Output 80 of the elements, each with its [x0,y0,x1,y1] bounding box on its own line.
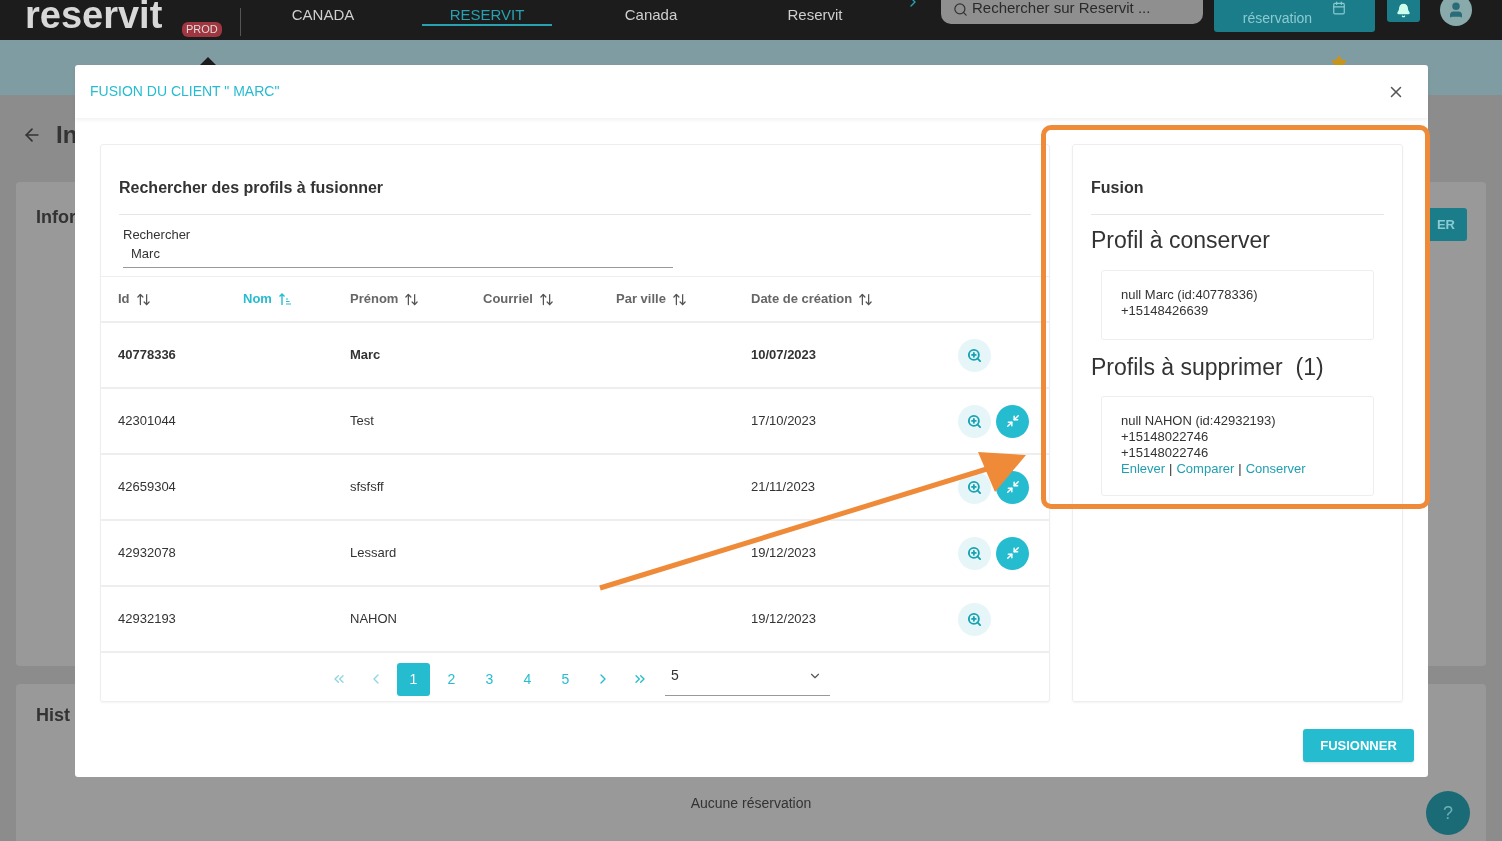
column-header[interactable]: Id [118,289,130,309]
empty-text: Aucune réservation [690,795,812,811]
dialog-title: FUSION DU CLIENT " MARC" [90,82,280,101]
panel-title: Fusion [1091,179,1144,196]
nav-tab[interactable]: Canada [569,7,733,26]
page-button[interactable]: 4 [511,662,544,696]
booking-button[interactable]: réservation [1214,0,1375,32]
column-header[interactable]: Nom [243,289,272,309]
profile-line: null Marc (id:40778336) [1121,286,1259,303]
column-header[interactable]: Prénom [350,289,399,309]
merge-submit-button[interactable]: FUSIONNER [1303,729,1414,762]
action-link[interactable]: Comparer [1176,461,1235,477]
table-cell-text: 42932078 [118,544,177,563]
zoom-icon [967,479,982,495]
sort-ascending-icon [277,292,292,306]
table-cell-text: Test [350,412,375,431]
zoom-icon [967,611,982,627]
zoom-icon [967,545,982,561]
compress-icon [1005,546,1020,560]
sort-icon [404,291,420,307]
section-title: Infor [36,207,76,227]
search-field[interactable]: Rechercher Marc [123,225,673,268]
page-button[interactable]: 1 [397,662,430,696]
profile-line: +15148426639 [1121,302,1210,319]
sort-icon [135,291,151,307]
profile-line: +15148022746 [1121,429,1210,445]
compress-icon [1005,480,1020,494]
panel-title: Rechercher des profils à fusionner [119,179,384,196]
profile-line: null NAHON (id:42932193) [1121,413,1277,429]
column-header[interactable]: Par ville [616,289,666,309]
page-button[interactable]: 3 [473,662,506,696]
table-cell-text: NAHON [350,610,398,629]
page-button[interactable]: 5 [549,662,582,696]
search-field[interactable]: Rechercher sur Reservit ... [941,0,1203,24]
table-cell-text: 40778336 [118,346,177,365]
table-cell-text: 19/12/2023 [751,544,818,563]
nav-tab[interactable]: RESERVIT [422,7,552,26]
page-button[interactable]: 2 [435,662,468,696]
table-cell-text: sfsfsff [350,478,385,497]
table-cell-text: 21/11/2023 [751,478,817,497]
view-button[interactable] [958,404,991,438]
zoom-icon [967,347,982,363]
action-link[interactable]: Enlever [1121,461,1166,477]
page-size-select[interactable]: 5 [665,662,830,696]
separator: | [1169,461,1173,477]
bell-icon [1396,3,1411,18]
table-cell-text: 42659304 [118,478,177,497]
sort-icon [538,291,554,307]
logo[interactable]: reservit [25,0,163,34]
view-button[interactable] [958,602,991,636]
column-header[interactable]: Date de création [751,289,853,309]
sort-icon [671,291,687,307]
merge-button[interactable] [996,404,1029,438]
view-button[interactable] [958,338,991,372]
nav-tab[interactable]: CANADA [241,7,405,26]
action-link[interactable]: Conserver [1245,461,1306,477]
profile-line: +15148022746 [1121,445,1210,461]
table-cell-text: 19/12/2023 [751,610,818,629]
env-badge: PROD [182,22,222,37]
table-cell-text: Lessard [350,544,398,563]
table-cell-text: Marc [350,346,382,365]
table-cell-text: 42301044 [118,412,177,431]
section-title: Hist [36,705,70,725]
avatar-icon[interactable] [1440,0,1472,26]
calendar-icon [1332,1,1347,15]
section-heading: Profil à conserver [1091,227,1270,253]
view-button[interactable] [958,536,991,570]
table-cell-text: 17/10/2023 [751,412,818,431]
separator: | [1238,461,1242,477]
merge-button[interactable] [996,536,1029,570]
table-cell-text: 42932193 [118,610,177,629]
sort-icon [858,291,874,307]
notifications-button[interactable] [1387,0,1420,22]
column-header[interactable]: Courriel [483,289,533,309]
table-cell-text: 10/07/2023 [751,346,818,365]
search-icon [953,2,968,17]
section-heading: Profils à supprimer (1) [1091,353,1324,380]
zoom-icon [967,413,982,429]
nav-tab[interactable]: Reservit [733,7,897,26]
compress-icon [1005,414,1020,428]
